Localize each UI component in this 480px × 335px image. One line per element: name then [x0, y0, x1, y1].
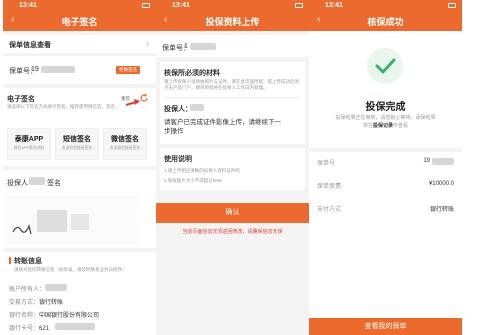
success-desc-1: 投保结果正在审核，请您耐心等待。承保结果 — [335, 115, 436, 121]
usage-title: 使用说明 — [164, 156, 192, 163]
status-time: 13:41 — [325, 2, 343, 9]
option-title: 微信签名 — [111, 136, 139, 143]
payment-row: 支付方式 银行转账 — [317, 204, 454, 216]
premium-row: 保单保费 ¥10000.0 — [317, 181, 454, 193]
battery-icon — [448, 3, 456, 8]
materials-title: 核保所必须的材料 — [164, 70, 220, 77]
phone-screen-success: 13:41 ‹ 核保成功 投保完成 投保结果正在审核，请您耐心等待。承保结果 将… — [309, 0, 462, 335]
policy-number-card: 保单号： 19 更换签名 — [3, 56, 156, 84]
materials-card: 核保所必须的材料 请上传投保人现场拍照片与证件，请在此页面停留，提上传成功后请点… — [160, 62, 305, 144]
records-link[interactable]: 投保记录 — [373, 123, 393, 129]
redacted-block — [55, 323, 95, 330]
premium-row-label: 保单保费 — [317, 184, 342, 190]
option-title: 泰康APP — [14, 136, 44, 143]
signature-title: 电子签名 — [7, 96, 35, 103]
policy-number-value: 1 — [184, 43, 188, 50]
bank-name-row: 银行名称：中国银行股份有限公司 — [9, 310, 99, 319]
upload-instruction: 请客户已完成证件影像上传，请继续下一步操作 — [164, 119, 281, 135]
phone-screen-electronic-signature: 13:41 ‹ 电子签名 保单信息查看 › 保单号： 19 更换签名 电子签名 … — [3, 0, 156, 335]
page-title: 投保资料上传 — [205, 17, 260, 27]
option-taikang-app[interactable]: 泰康APP 前往APP签名领取 — [7, 128, 51, 160]
card-number-row: 银行卡号：621 — [9, 323, 49, 332]
redacted-block — [41, 66, 75, 73]
view-my-policy-button[interactable]: 查看我的保单 — [309, 318, 462, 335]
battery-icon — [142, 3, 150, 8]
transfer-info-card: 转账信息 请核对您的转账信息（如有误，请及时联系业务员修改） 账户所有人： 交易… — [3, 252, 156, 335]
page-title: 核保成功 — [367, 17, 404, 27]
success-headline: 投保完成 — [365, 102, 406, 113]
status-bar: 13:41 — [309, 0, 462, 11]
top-bar: 13:41 ‹ 投保资料上传 — [156, 0, 309, 31]
success-check-icon — [367, 48, 403, 84]
policy-row-label: 保单号 — [317, 161, 336, 167]
change-signature-button[interactable]: 更换签名 — [116, 66, 140, 74]
policy-view-row[interactable]: 保单信息查看 › — [3, 35, 156, 53]
status-bar: 13:41 — [156, 0, 309, 11]
bank-name-value: 中国银行股份有限公司 — [39, 313, 100, 319]
policy-row-value: 19 — [423, 158, 430, 164]
transfer-desc: 请核对您的转账信息（如有误，请及时联系业务员修改） — [14, 267, 127, 272]
confirm-button[interactable]: 确认 — [156, 203, 309, 223]
nav-bar: ‹ 核保成功 — [309, 11, 462, 31]
desc-prefix: 将在 — [362, 123, 373, 129]
redacted-block — [432, 158, 454, 165]
trans-method-value: 银行转账 — [39, 300, 64, 306]
signature-pad[interactable] — [7, 196, 137, 244]
premium-row-value: ¥10000.0 — [428, 181, 454, 187]
transfer-title: 转账信息 — [14, 258, 42, 265]
signature-desc: 请选择以下签名方式进行签名，推荐使用微信签，签名... — [7, 104, 119, 109]
option-subtitle: 前往APP签名领取 — [13, 146, 45, 150]
insurer-suffix: 签名 — [47, 180, 61, 187]
divider — [164, 97, 301, 98]
insurer-label: 投保人： — [164, 106, 192, 113]
card-number-label: 银行卡号： — [9, 326, 40, 332]
option-title: 短信签名 — [63, 136, 91, 143]
usage-line-1: 1.请上传相应清晰的投保人资料证件照 — [164, 168, 240, 173]
policy-row: 保单号 19 — [317, 158, 454, 170]
account-holder-label: 账户所有人： — [9, 287, 46, 293]
nav-bar: ‹ 电子签名 — [3, 11, 156, 31]
chevron-right-icon: › — [146, 39, 149, 48]
trans-method-row: 交易方式：银行转账 — [9, 297, 63, 306]
section-accent-bar — [9, 257, 11, 264]
success-desc-2: 将在投保记录中查看 — [309, 122, 462, 129]
policy-number-card: 保单号： 1 — [156, 35, 309, 57]
battery-icon — [295, 3, 303, 8]
top-bar: 13:41 ‹ 核保成功 — [309, 0, 462, 31]
account-holder-row: 账户所有人： — [9, 284, 45, 293]
option-wechat-sign[interactable]: 微信签名 发送微信链接签名 — [103, 128, 147, 160]
status-time: 13:41 — [172, 2, 190, 9]
usage-card: 使用说明 1.请上传相应清晰的投保人资料证件照 2.每张图片大小不得超过5MB — [160, 148, 305, 190]
signature-scribble — [12, 210, 89, 235]
section-divider — [309, 148, 462, 152]
desc-suffix: 中查看 — [393, 123, 409, 129]
bank-name-label: 银行名称： — [9, 313, 40, 319]
policy-number-value: 19 — [31, 66, 39, 73]
card-number-value: 621 — [39, 326, 50, 332]
top-bar: 13:41 ‹ 电子签名 — [3, 0, 156, 31]
redacted-block — [45, 284, 67, 291]
nav-bar: ‹ 投保资料上传 — [156, 11, 309, 31]
status-bar: 13:41 — [3, 0, 156, 11]
insurer-label: 投保人 — [7, 180, 28, 187]
policy-view-label: 保单信息查看 — [9, 42, 51, 49]
redacted-block — [190, 43, 216, 50]
materials-desc: 请上传投保人现场拍照片与证件，请在此页面停留，提上传成功后请点击产品门户，保单审… — [164, 79, 299, 90]
payment-row-label: 支付方式 — [317, 207, 342, 213]
option-subtitle: 发送微信链接签名 — [109, 146, 141, 150]
option-subtitle: 发送短信链接签名 — [61, 146, 93, 150]
payment-row-value: 银行转账 — [429, 207, 454, 213]
warning-text: 当前页面信息无须返回修改，请确保信息无误 — [182, 229, 283, 235]
refresh-icon[interactable] — [139, 93, 149, 103]
option-sms-sign[interactable]: 短信签名 发送短信链接签名 — [55, 128, 99, 160]
trans-method-label: 交易方式： — [9, 300, 40, 306]
page-title: 电子签名 — [61, 17, 98, 27]
redacted-block — [29, 177, 45, 185]
status-time: 13:41 — [19, 2, 37, 9]
phone-screen-upload: 13:41 ‹ 投保资料上传 保单号： 1 核保所必须的材料 请上传投保人现场拍… — [156, 0, 309, 335]
redacted-block — [190, 104, 204, 111]
usage-line-2: 2.每张图片大小不得超过5MB — [164, 178, 223, 183]
